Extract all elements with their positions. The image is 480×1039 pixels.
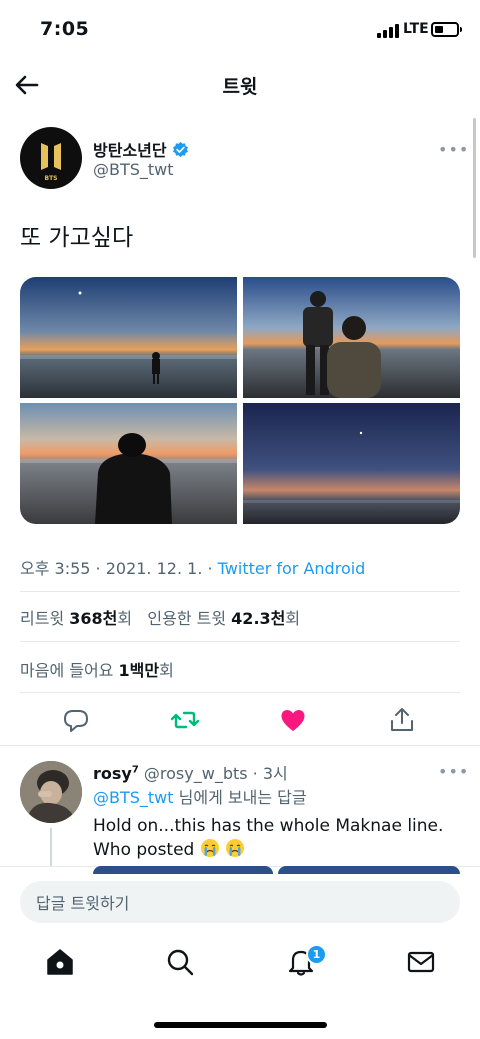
like-stats[interactable]: 마음에 들어요 1백만회 <box>20 657 174 681</box>
retweet-icon[interactable] <box>171 706 199 734</box>
reply-input[interactable]: 답글 트윗하기 <box>20 881 460 923</box>
tweet-photo-4[interactable] <box>243 403 460 524</box>
reply-text: Hold on...this has the whole Maknae line… <box>93 814 453 862</box>
tweet-photo-1[interactable] <box>20 277 237 398</box>
tweet-source-link[interactable]: Twitter for Android <box>218 559 366 578</box>
more-options-icon[interactable]: ••• <box>438 140 469 159</box>
reply-media-peek <box>93 866 273 874</box>
logo-text: BTS <box>45 175 58 182</box>
like-label: 마음에 들어요 <box>20 661 114 680</box>
reply-body: Hold on...this has the whole Maknae line… <box>93 816 444 860</box>
quote-count: 42.3천 <box>231 609 286 628</box>
compose-area: 답글 트윗하기 <box>0 866 480 936</box>
crying-face-icon <box>200 839 219 857</box>
tweet-photo-2[interactable] <box>243 277 460 398</box>
reply-more-options-icon[interactable]: ••• <box>438 762 469 781</box>
reply-author-superscript: 7 <box>131 764 139 776</box>
author-name[interactable]: 방탄소년단 <box>93 137 167 161</box>
verified-badge-icon <box>172 141 188 157</box>
crying-face-icon <box>226 839 245 857</box>
divider <box>20 641 460 642</box>
quote-unit: 회 <box>285 609 301 628</box>
replying-to: @BTS_twt 님에게 보내는 답글 <box>93 784 307 808</box>
tweet-action-bar <box>0 700 480 740</box>
reply-author-handle[interactable]: @rosy_w_bts <box>144 764 248 783</box>
like-unit: 회 <box>159 661 174 680</box>
heart-icon[interactable] <box>279 706 307 734</box>
battery-icon <box>431 22 462 37</box>
reply-header: rosy7 @rosy_w_bts · 3시 <box>93 760 288 784</box>
signal-icon <box>377 24 399 38</box>
retweet-count: 368천 <box>69 609 118 628</box>
divider <box>0 745 480 746</box>
author-name-row[interactable]: 방탄소년단 <box>93 137 189 161</box>
status-time: 7:05 <box>40 18 90 40</box>
divider <box>20 692 460 693</box>
reply-avatar[interactable] <box>20 761 82 823</box>
home-indicator[interactable] <box>154 1022 327 1028</box>
header: 트윗 <box>0 60 480 110</box>
replying-to-mention[interactable]: @BTS_twt <box>93 788 174 807</box>
like-count: 1백만 <box>118 661 160 680</box>
retweet-label: 리트윗 <box>20 609 65 628</box>
reply-time: · 3시 <box>252 764 288 783</box>
tweet-meta: 오후 3:55 · 2021. 12. 1. · Twitter for And… <box>20 555 365 579</box>
tweet-text: 또 가고싶다 <box>20 225 134 251</box>
quote-label: 인용한 트윗 <box>147 609 227 628</box>
media-grid <box>20 277 460 524</box>
divider <box>20 591 460 592</box>
reply-media-peek <box>278 866 460 874</box>
mail-icon[interactable] <box>405 946 437 978</box>
author-avatar[interactable]: BTS <box>20 127 82 189</box>
tweet-photo-3[interactable] <box>20 403 237 524</box>
notification-badge: 1 <box>306 944 327 965</box>
reply-author-name[interactable]: rosy <box>93 764 132 783</box>
replying-to-suffix: 님에게 보내는 답글 <box>178 788 307 807</box>
network-label: LTE <box>403 21 429 37</box>
scrollbar[interactable] <box>473 118 476 258</box>
share-icon[interactable] <box>388 706 416 734</box>
retweet-stats[interactable]: 리트윗 368천회 인용한 트윗 42.3천회 <box>20 605 300 629</box>
page-title: 트윗 <box>222 76 258 98</box>
search-icon[interactable] <box>164 946 196 978</box>
tweet-timestamp: 오후 3:55 · 2021. 12. 1. · <box>20 559 213 578</box>
author-handle[interactable]: @BTS_twt <box>93 160 174 179</box>
home-icon[interactable] <box>44 946 76 978</box>
retweet-unit: 회 <box>117 609 133 628</box>
bottom-nav: 1 <box>0 936 480 996</box>
status-bar: 7:05 LTE <box>0 0 480 60</box>
bts-logo-icon: BTS <box>41 143 61 182</box>
reply-icon[interactable] <box>62 706 90 734</box>
